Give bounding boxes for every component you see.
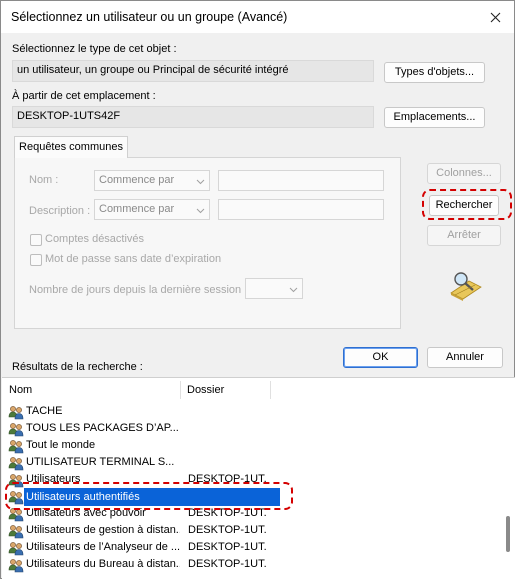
result-row[interactable]: Tout le monde — [6, 437, 496, 455]
no-expiry-label: Mot de passe sans date d’expiration — [45, 253, 222, 265]
ok-button[interactable]: OK — [343, 347, 418, 368]
result-name: UTILISATEUR TERMINAL S... — [26, 456, 175, 468]
name-mode-value: Commence par — [99, 174, 175, 186]
results-label: Résultats de la recherche : — [12, 361, 143, 373]
name-mode-select[interactable]: Commence par — [94, 170, 210, 191]
disabled-accounts-checkbox[interactable] — [30, 234, 42, 246]
result-folder: DESKTOP-1UT... — [188, 507, 266, 519]
search-finder-icon — [450, 272, 482, 301]
chevron-down-icon — [196, 179, 205, 185]
name-label: Nom : — [29, 174, 59, 186]
days-since-logon-select[interactable] — [245, 278, 303, 299]
result-row[interactable]: Utilisateurs de gestion à distan... DESKT… — [6, 522, 496, 540]
result-folder: DESKTOP-1UT... — [188, 558, 266, 570]
results-scrollbar[interactable] — [505, 408, 511, 578]
dialog-window: Sélectionnez un utilisateur ou un groupe… — [0, 0, 515, 579]
user-group-icon — [8, 523, 24, 539]
user-group-icon — [8, 506, 24, 522]
no-expiry-checkbox[interactable] — [30, 254, 42, 266]
result-row[interactable]: Utilisateurs DESKTOP-1UT... — [6, 471, 496, 489]
result-row[interactable]: Utilisateurs avec pouvoir DESKTOP-1UT... — [6, 505, 496, 523]
column-divider[interactable] — [270, 381, 271, 399]
window-title: Sélectionnez un utilisateur ou un groupe… — [11, 10, 288, 24]
user-group-icon — [8, 455, 24, 471]
location-label: À partir de cet emplacement : — [12, 90, 156, 102]
result-row[interactable]: Utilisateurs de l’Analyseur de ... DESKTO… — [6, 539, 496, 557]
chevron-down-icon — [289, 287, 298, 293]
result-row[interactable]: TACHE — [6, 403, 496, 421]
result-name: Utilisateurs du Bureau à distan... — [26, 558, 180, 570]
disabled-accounts-label: Comptes désactivés — [45, 233, 145, 245]
title-bar: Sélectionnez un utilisateur ou un groupe… — [1, 1, 514, 33]
description-mode-value: Commence par — [99, 203, 175, 215]
user-group-icon — [8, 421, 24, 437]
result-row[interactable]: UTILISATEUR TERMINAL S... — [6, 454, 496, 472]
user-group-icon — [8, 489, 24, 505]
result-folder: DESKTOP-1UT... — [188, 541, 266, 553]
column-header-name[interactable]: Nom — [2, 378, 180, 402]
object-type-label: Sélectionnez le type de cet objet : — [12, 43, 177, 55]
object-types-button[interactable]: Types d'objets... — [384, 62, 485, 83]
search-button[interactable]: Rechercher — [429, 195, 499, 216]
result-folder: DESKTOP-1UT... — [188, 524, 266, 536]
user-group-icon — [8, 404, 24, 420]
description-label: Description : — [29, 205, 91, 217]
stop-button[interactable]: Arrêter — [427, 225, 501, 246]
result-row[interactable]: Utilisateurs du Bureau à distan... DESKTO… — [6, 556, 496, 574]
user-group-icon — [8, 472, 24, 488]
user-group-icon — [8, 557, 24, 573]
result-name: TACHE — [26, 405, 63, 417]
common-queries-panel: Nom : Commence par Description : Commenc… — [14, 157, 401, 329]
description-mode-select[interactable]: Commence par — [94, 199, 210, 220]
days-since-logon-label: Nombre de jours depuis la dernière sessi… — [29, 284, 248, 296]
result-name: Tout le monde — [26, 439, 96, 451]
user-group-icon — [8, 540, 24, 556]
result-name: Utilisateurs — [26, 473, 81, 485]
result-row[interactable]: TOUS LES PACKAGES D’AP... — [6, 420, 496, 438]
user-group-icon — [8, 438, 24, 454]
close-icon — [490, 12, 500, 22]
chevron-down-icon — [196, 208, 205, 214]
description-input[interactable] — [218, 199, 384, 220]
tab-common-queries[interactable]: Requêtes communes — [14, 136, 128, 158]
columns-button[interactable]: Colonnes... — [427, 163, 501, 184]
location-field: DESKTOP-1UTS42F — [12, 106, 374, 128]
scrollbar-thumb[interactable] — [506, 516, 510, 552]
results-list[interactable]: Nom Dossier TACHE TOUS LES PACKAGES D’AP.… — [2, 377, 515, 579]
column-header-folder[interactable]: Dossier — [180, 378, 270, 402]
close-button[interactable] — [482, 5, 508, 29]
result-name: Utilisateurs authentifiés — [24, 488, 280, 506]
locations-button[interactable]: Emplacements... — [384, 107, 485, 128]
cancel-button[interactable]: Annuler — [427, 347, 503, 368]
object-type-field: un utilisateur, un groupe ou Principal d… — [12, 60, 374, 82]
result-name: Utilisateurs de gestion à distan... — [26, 524, 180, 536]
result-row[interactable]: Utilisateurs authentifiés — [6, 488, 496, 506]
result-name: Utilisateurs avec pouvoir — [26, 507, 146, 519]
result-name: Utilisateurs de l’Analyseur de ... — [26, 541, 180, 553]
name-input[interactable] — [218, 170, 384, 191]
result-name: TOUS LES PACKAGES D’AP... — [26, 422, 179, 434]
result-folder: DESKTOP-1UT... — [188, 473, 266, 485]
